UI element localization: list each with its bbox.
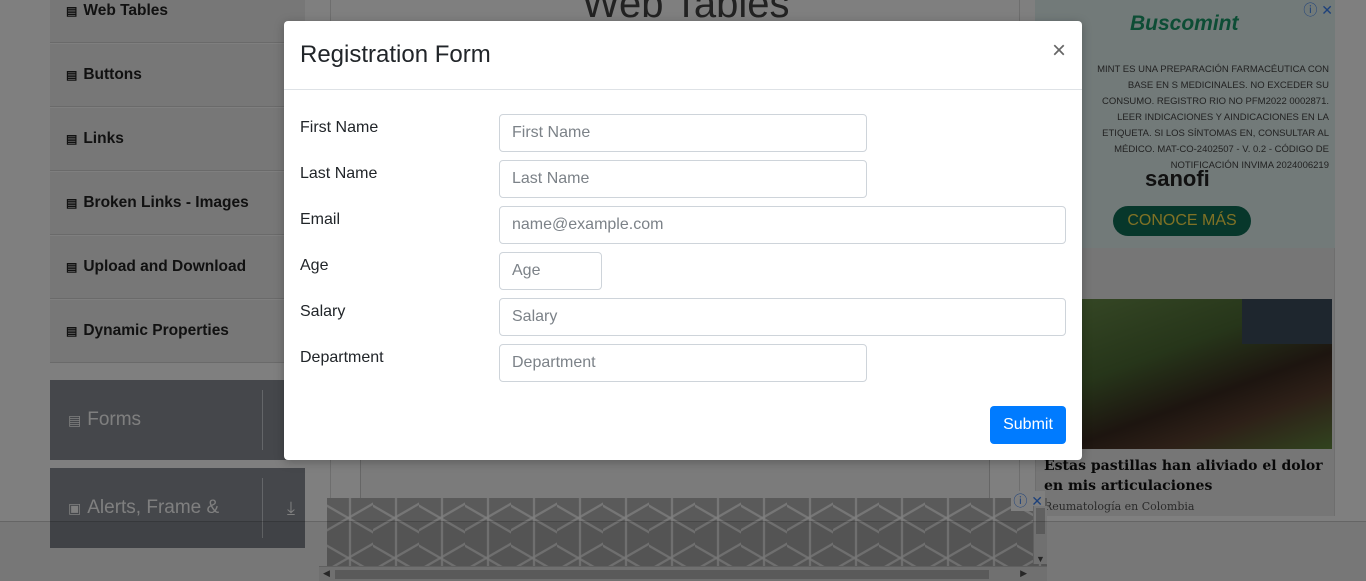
age-input[interactable] bbox=[499, 252, 602, 290]
email-label: Email bbox=[300, 211, 341, 228]
salary-input[interactable] bbox=[499, 298, 1066, 336]
department-label: Department bbox=[300, 349, 384, 366]
email-input[interactable] bbox=[499, 206, 1066, 244]
close-button[interactable]: × bbox=[1052, 39, 1066, 63]
department-input[interactable] bbox=[499, 344, 867, 382]
first-name-input[interactable] bbox=[499, 114, 867, 152]
last-name-label: Last Name bbox=[300, 165, 378, 182]
submit-button[interactable]: Submit bbox=[990, 406, 1066, 444]
page-footer-strip bbox=[0, 521, 1366, 581]
modal-header: Registration Form × bbox=[284, 21, 1082, 90]
modal-title: Registration Form bbox=[300, 41, 491, 68]
age-label: Age bbox=[300, 257, 329, 274]
last-name-input[interactable] bbox=[499, 160, 867, 198]
registration-modal: Registration Form × First Name Last Name… bbox=[284, 21, 1082, 460]
salary-label: Salary bbox=[300, 303, 346, 320]
first-name-label: First Name bbox=[300, 119, 379, 136]
